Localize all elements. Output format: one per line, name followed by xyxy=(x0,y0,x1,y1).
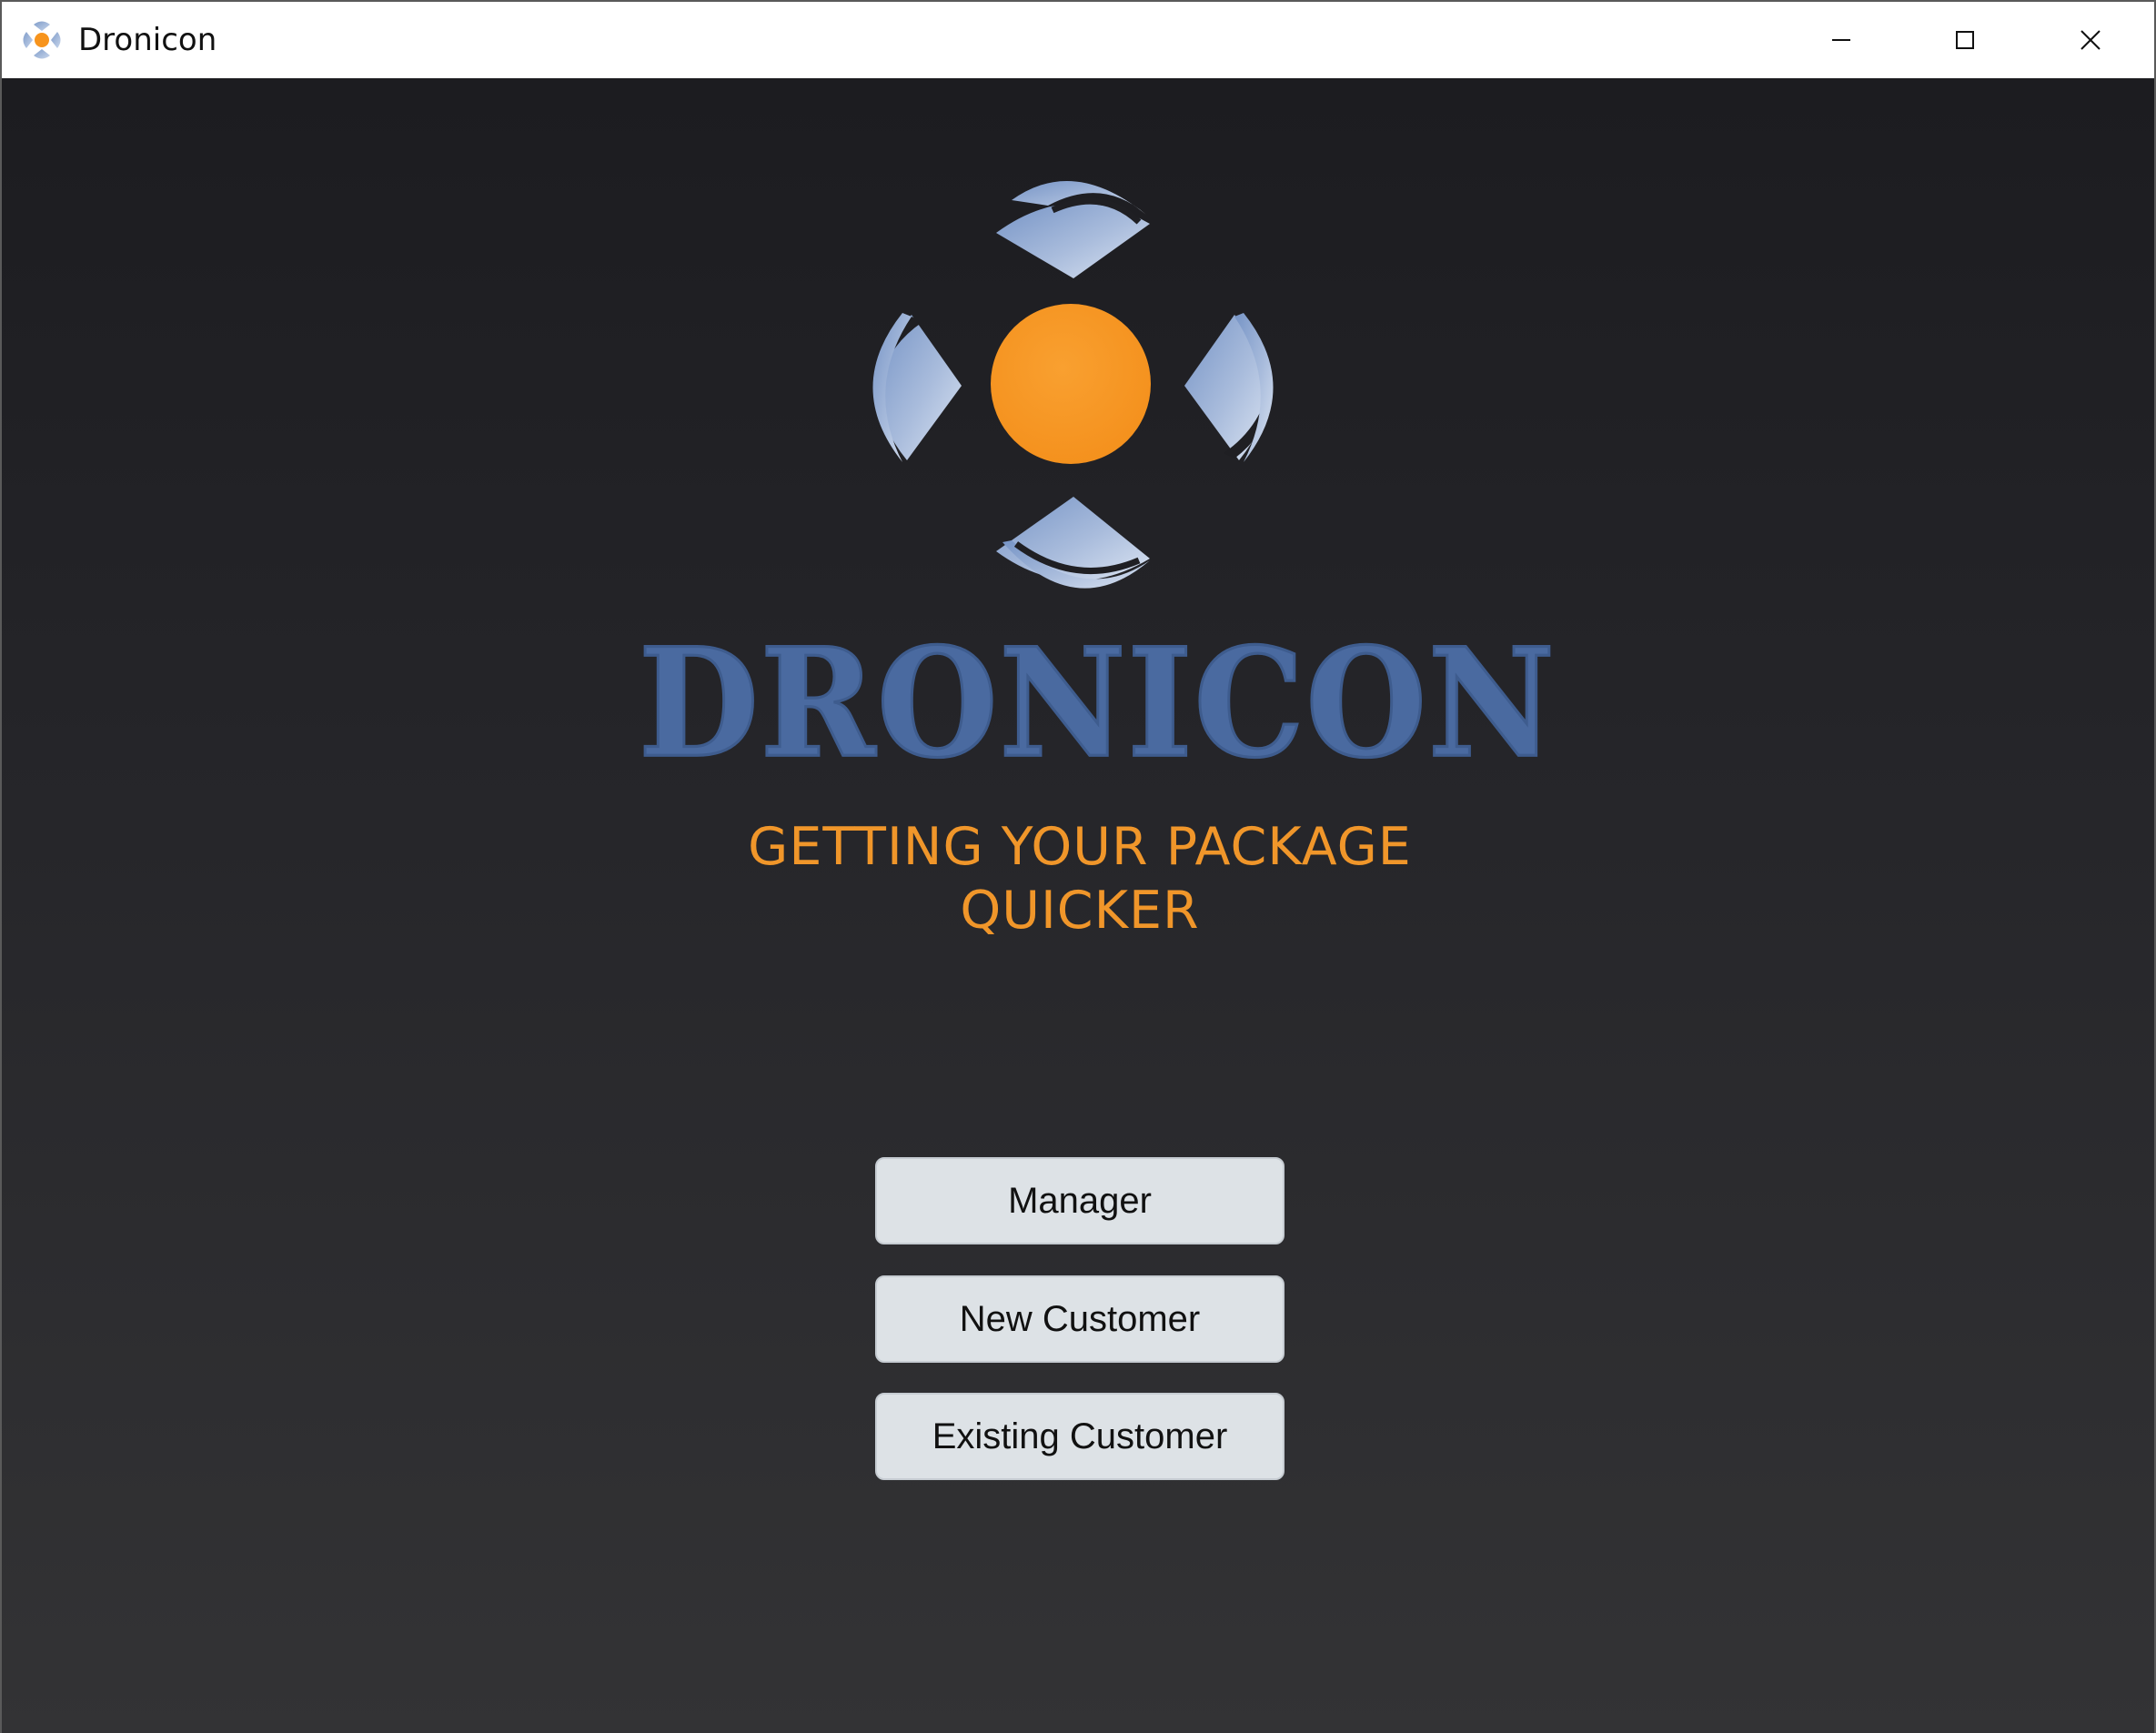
close-button[interactable] xyxy=(2029,2,2152,78)
maximize-button[interactable] xyxy=(1903,2,2027,78)
brand-name: DRONICON xyxy=(638,614,1557,791)
minimize-button[interactable] xyxy=(1779,2,1903,78)
drone-hub-circle xyxy=(991,304,1151,464)
propeller-right xyxy=(1184,313,1274,462)
propeller-left xyxy=(871,313,962,462)
new-customer-button[interactable]: New Customer xyxy=(875,1275,1285,1363)
tagline: GETTING YOUR PACKAGE QUICKER xyxy=(748,817,1412,941)
manager-button[interactable]: Manager xyxy=(875,1157,1285,1244)
title-bar[interactable]: Dronicon xyxy=(2,2,2154,78)
close-icon xyxy=(2080,30,2101,50)
minimize-icon xyxy=(1832,39,1850,41)
app-window: Dronicon DRONICON GETTING YOUR PACKAGE Q… xyxy=(0,0,2156,1733)
existing-customer-button[interactable]: Existing Customer xyxy=(875,1393,1285,1480)
maximize-icon xyxy=(1956,31,1974,49)
propeller-bottom xyxy=(996,497,1150,589)
propeller-top xyxy=(996,180,1150,278)
splash-screen: DRONICON GETTING YOUR PACKAGE QUICKER Ma… xyxy=(2,78,2154,1733)
window-title: Dronicon xyxy=(78,22,217,58)
dronicon-logo-icon xyxy=(23,21,61,59)
